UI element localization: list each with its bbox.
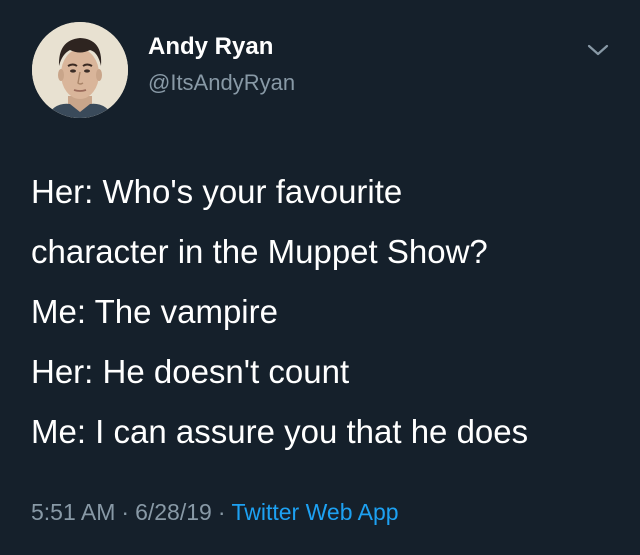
tweet-source-link[interactable]: Twitter Web App	[231, 499, 398, 525]
meta-separator: ·	[121, 499, 130, 525]
tweet-line: Her: He doesn't count	[31, 353, 350, 390]
tweet-line: Me: I can assure you that he does	[31, 413, 529, 450]
user-handle[interactable]: @ItsAndyRyan	[148, 70, 295, 96]
tweet-menu-button[interactable]	[583, 38, 613, 62]
tweet-line: Her: Who's your favourite	[31, 173, 403, 210]
tweet-metadata: 5:51 AM · 6/28/19 · Twitter Web App	[31, 499, 399, 526]
avatar[interactable]	[32, 22, 128, 118]
tweet-line: Me: The vampire	[31, 293, 278, 330]
user-portrait-icon	[32, 22, 128, 118]
chevron-down-icon	[587, 44, 609, 56]
tweet-time[interactable]: 5:51 AM	[31, 499, 115, 525]
tweet-card: Andy Ryan @ItsAndyRyan Her: Who's your f…	[0, 0, 640, 555]
tweet-line: character in the Muppet Show?	[31, 233, 488, 270]
display-name[interactable]: Andy Ryan	[148, 33, 273, 61]
meta-separator: ·	[217, 499, 226, 525]
tweet-date[interactable]: 6/28/19	[135, 499, 212, 525]
tweet-text: Her: Who's your favourite character in t…	[31, 162, 621, 462]
